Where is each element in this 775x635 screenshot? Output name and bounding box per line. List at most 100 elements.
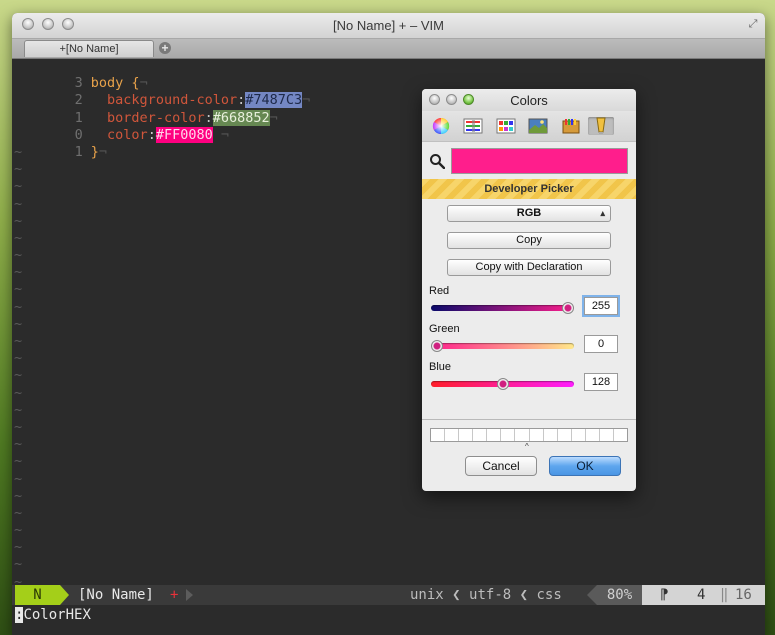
buffer-name: [No Name]: [78, 587, 154, 603]
code-line: 2 background-color:#7487C3¬: [12, 75, 765, 109]
empty-line-marker: ~: [14, 195, 23, 212]
swatch-slot[interactable]: [586, 429, 600, 441]
tab-bar: +[No Name] +: [12, 39, 765, 59]
red-label: Red: [429, 285, 450, 297]
green-label: Green: [429, 323, 460, 335]
line-flag-icon: ⁋: [660, 587, 669, 603]
swatch-slot[interactable]: [530, 429, 544, 441]
copy-button[interactable]: Copy: [447, 232, 611, 249]
empty-line-marker: ~: [14, 161, 23, 178]
colors-panel: Colors Developer Picker RGB ▴ Copy Copy …: [422, 89, 636, 491]
empty-line-marker: ~: [14, 229, 23, 246]
empty-line-marker: ~: [14, 350, 23, 367]
developer-picker-header: Developer Picker: [422, 179, 636, 199]
empty-line-marker: ~: [14, 522, 23, 539]
magnifier-icon[interactable]: [429, 153, 445, 169]
panel-toolbar: [422, 111, 636, 142]
empty-line-marker: ~: [14, 487, 23, 504]
color-wheel-icon[interactable]: [431, 117, 451, 135]
red-slider-knob[interactable]: [562, 302, 574, 314]
cancel-button[interactable]: Cancel: [465, 456, 537, 476]
empty-line-marker: ~: [14, 333, 23, 349]
empty-line-marker: ~: [14, 453, 23, 470]
file-format: unix: [410, 587, 444, 603]
swatch-slot[interactable]: [445, 429, 460, 441]
swatch-slot[interactable]: [459, 429, 474, 441]
swatch-slot[interactable]: [614, 429, 627, 441]
blue-slider-knob[interactable]: [496, 378, 509, 390]
window-title: [No Name] + – VIM: [333, 18, 444, 33]
blue-slider[interactable]: [431, 378, 574, 390]
fullscreen-icon[interactable]: ⤢: [747, 18, 759, 30]
scroll-percent: 80%: [597, 585, 642, 605]
swatch-slot[interactable]: [431, 429, 446, 441]
ok-button[interactable]: OK: [549, 456, 621, 476]
powerline-separator: [186, 589, 193, 601]
red-slider[interactable]: [431, 302, 574, 314]
green-value-field[interactable]: 0: [584, 335, 618, 353]
panel-title: Colors: [510, 93, 548, 108]
empty-line-marker: ~: [14, 247, 23, 264]
swatch-slot[interactable]: [487, 429, 502, 441]
code-line: 3 body {¬: [12, 58, 765, 91]
red-value-field[interactable]: 255: [584, 297, 618, 315]
chevron-updown-icon: ▴: [600, 208, 605, 218]
green-slider[interactable]: [431, 340, 574, 352]
empty-line-marker: ~: [14, 315, 23, 332]
tab-no-name[interactable]: +[No Name]: [24, 40, 154, 57]
empty-line-marker: ~: [14, 504, 23, 521]
empty-line-marker: ~: [14, 384, 23, 401]
blue-label: Blue: [429, 361, 452, 373]
cursor-position: ⁋ 4 ‖ 16: [642, 585, 765, 605]
command-line[interactable]: :ColorHEX: [12, 605, 765, 635]
swatch-slot[interactable]: [558, 429, 572, 441]
color-palettes-icon[interactable]: [496, 117, 516, 135]
swatch-slot[interactable]: [473, 429, 488, 441]
empty-line-marker: ~: [14, 178, 23, 195]
swatch-slot[interactable]: [544, 429, 558, 441]
color-model-select[interactable]: RGB ▴: [447, 205, 611, 222]
file-type: css: [536, 587, 562, 603]
green-slider-knob[interactable]: [431, 340, 443, 352]
empty-line-marker: ~: [14, 539, 23, 556]
color-swatches[interactable]: [430, 428, 628, 442]
current-color-well[interactable]: [451, 148, 628, 174]
empty-line-marker: ~: [14, 298, 23, 315]
total-lines: 16: [735, 587, 752, 603]
swatch-slot[interactable]: [600, 429, 615, 441]
empty-line-marker: ~: [14, 556, 23, 573]
color-model-value: RGB: [516, 207, 542, 219]
mode-indicator: N: [15, 585, 60, 605]
color-sliders-icon[interactable]: [463, 117, 483, 135]
editor-area[interactable]: 3 body {¬ 2 background-color:#7487C3¬ 1 b…: [12, 58, 765, 589]
vim-window: [No Name] + – VIM ⤢ +[No Name] + 3 body {…: [12, 13, 765, 635]
image-palettes-icon[interactable]: [528, 117, 548, 135]
empty-line-marker: ~: [14, 367, 23, 384]
crayons-icon[interactable]: [561, 117, 581, 135]
swatch-resize-handle[interactable]: ^: [525, 442, 529, 451]
panel-title-bar: Colors: [422, 89, 636, 111]
empty-line-marker: ~: [14, 212, 23, 229]
developer-picker-tab[interactable]: [588, 117, 614, 135]
empty-lines: ~ ~ ~ ~ ~ ~ ~ ~ ~ ~ ~ ~ ~ ~ ~ ~ ~ ~ ~ ~ ~ ~ ~ ~ ~ ~: [12, 144, 765, 591]
empty-line-marker: ~: [14, 143, 23, 160]
swatch-slot[interactable]: [572, 429, 586, 441]
empty-line-marker: ~: [14, 401, 23, 418]
copy-with-declaration-button[interactable]: Copy with Declaration: [447, 259, 611, 276]
code-line: 1 border-color:#668852¬: [12, 92, 765, 126]
empty-line-marker: ~: [14, 418, 23, 435]
panel-divider: [422, 419, 636, 420]
swatch-slot[interactable]: [501, 429, 516, 441]
title-bar: [No Name] + – VIM ⤢: [12, 13, 765, 39]
empty-line-marker: ~: [14, 264, 23, 281]
status-line: N [No Name] + unix ❮ utf-8 ❮ css 80% ⁋ 4…: [12, 585, 765, 605]
code-line: 0 color:#FF0080 ¬: [12, 110, 765, 143]
empty-line-marker: ~: [14, 281, 23, 298]
swatch-slot[interactable]: [515, 429, 530, 441]
separator-glyph: ❮: [519, 587, 529, 603]
powerline-separator: [60, 585, 69, 605]
blue-value-field[interactable]: 128: [584, 373, 618, 391]
empty-line-marker: ~: [14, 436, 23, 453]
add-tab-button[interactable]: +: [159, 42, 171, 54]
code-line: 1}¬: [12, 127, 765, 160]
